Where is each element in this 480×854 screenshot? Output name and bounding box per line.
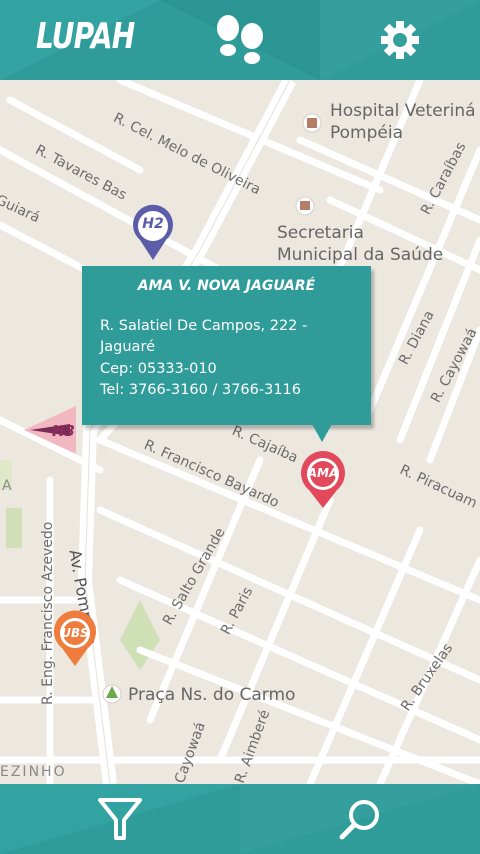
footsteps-icon bbox=[217, 15, 263, 64]
popup-phone: Tel: 3766-3160 / 3766-3116 bbox=[100, 382, 302, 398]
filter-icon bbox=[98, 798, 142, 840]
poi-hospital-label: Hospital Veteriná Pompéia bbox=[330, 101, 476, 143]
search-button[interactable] bbox=[240, 784, 480, 854]
popup-address-line2: Jaguaré bbox=[100, 339, 156, 355]
bottom-bar bbox=[0, 784, 480, 854]
info-popup[interactable]: AMA V. NOVA JAGUARÉ R. Salatiel De Campo… bbox=[82, 266, 371, 425]
search-icon bbox=[339, 800, 379, 840]
logo-cell: LUPAH bbox=[0, 0, 160, 80]
app-logo: LUPAH bbox=[36, 16, 135, 57]
steps-button[interactable] bbox=[160, 0, 320, 80]
popup-address-line1: R. Salatiel De Campos, 222 - bbox=[100, 318, 308, 334]
settings-button[interactable] bbox=[320, 0, 480, 80]
poi-praca-label: Praça Ns. do Carmo bbox=[128, 685, 296, 705]
marker-h2[interactable]: H2 bbox=[130, 204, 176, 262]
gear-icon bbox=[381, 21, 419, 59]
poi-secretaria-label: Secretaria Municipal da Saúde bbox=[277, 223, 444, 265]
popup-title: AMA V. NOVA JAGUARÉ bbox=[137, 278, 316, 294]
filter-button[interactable] bbox=[0, 784, 240, 854]
popup-tail bbox=[312, 424, 332, 442]
marker-ama[interactable]: AMA bbox=[298, 450, 348, 510]
neighborhood-label: EZINHO bbox=[0, 764, 67, 780]
map-pin-icon bbox=[301, 451, 345, 508]
map-pin-icon bbox=[133, 204, 173, 260]
neighborhood-label: A bbox=[2, 478, 12, 494]
app-header: LUPAH bbox=[0, 0, 480, 80]
marker-ubs[interactable]: UBS bbox=[52, 610, 98, 668]
map-view[interactable]: R. Cel. Melo de Oliveira R. Tavares Bas … bbox=[0, 80, 480, 784]
popup-cep: Cep: 05333-010 bbox=[100, 361, 217, 377]
